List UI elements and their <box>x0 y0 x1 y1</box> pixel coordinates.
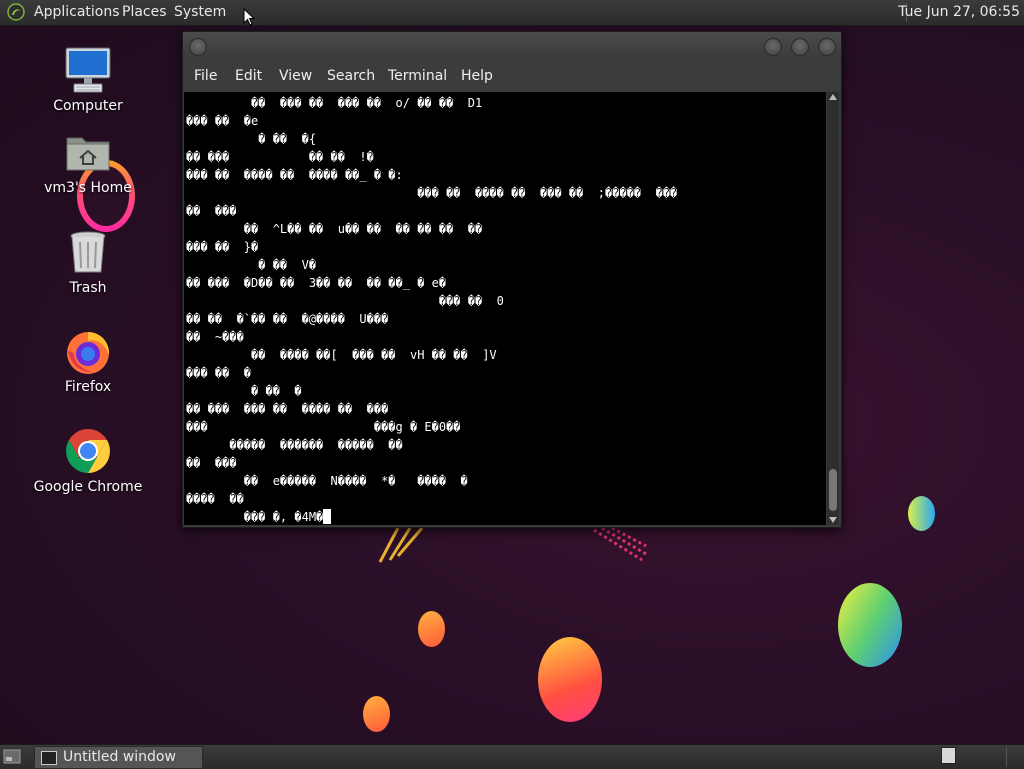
menu-edit[interactable]: Edit <box>235 68 262 84</box>
desktop-icon-home[interactable]: vm3's Home <box>28 128 148 196</box>
menu-applications[interactable]: Applications <box>34 4 120 20</box>
terminal-screen[interactable]: �� ��� �� ��� �� o/ �� �� D1 ��� �� �e �… <box>184 92 826 525</box>
scroll-down-arrow-icon[interactable] <box>829 517 837 523</box>
terminal-output: �� ��� �� ��� �� o/ �� �� D1 ��� �� �e �… <box>184 92 826 525</box>
desktop-icon-chrome[interactable]: Google Chrome <box>28 427 148 495</box>
firefox-icon <box>64 327 112 375</box>
terminal-output-text: �� ��� �� ��� �� o/ �� �� D1 ��� �� �e �… <box>186 96 678 524</box>
computer-icon <box>64 46 112 94</box>
menu-view[interactable]: View <box>279 68 312 84</box>
taskbar-button-untitled-window[interactable]: Untitled window <box>34 746 203 769</box>
window-menu-button[interactable] <box>189 38 207 56</box>
maximize-button[interactable] <box>791 38 809 56</box>
menu-file[interactable]: File <box>194 68 217 84</box>
desktop-icon-firefox[interactable]: Firefox <box>28 327 148 395</box>
terminal-app-icon <box>41 751 57 765</box>
desktop-icon-label: Trash <box>69 280 107 296</box>
window-titlebar[interactable] <box>183 32 841 62</box>
terminal-scrollbar[interactable] <box>827 92 839 525</box>
trash-icon <box>64 228 112 276</box>
mate-logo-icon[interactable] <box>7 3 25 21</box>
bottom-panel: Untitled window <box>0 744 1024 769</box>
panel-separator <box>1006 747 1007 767</box>
mouse-pointer-icon <box>243 8 255 26</box>
top-panel: Applications Places System Tue Jun 27, 0… <box>0 0 1024 26</box>
terminal-cursor <box>323 509 332 524</box>
terminal-window: File Edit View Search Terminal Help �� �… <box>182 31 842 528</box>
menu-terminal[interactable]: Terminal <box>388 68 447 84</box>
chrome-icon <box>64 427 112 475</box>
scroll-up-arrow-icon[interactable] <box>829 94 837 100</box>
desktop-icon-label: vm3's Home <box>44 180 132 196</box>
desktop-icon-label: Computer <box>53 98 123 114</box>
minimize-button[interactable] <box>764 38 782 56</box>
desktop-icon-label: Google Chrome <box>33 479 143 495</box>
menu-help[interactable]: Help <box>461 68 493 84</box>
close-button[interactable] <box>818 38 836 56</box>
menu-places[interactable]: Places <box>122 4 167 20</box>
show-desktop-icon[interactable] <box>3 748 21 765</box>
desktop-icon-label: Firefox <box>64 379 112 395</box>
scrollbar-thumb[interactable] <box>829 469 837 511</box>
clock[interactable]: Tue Jun 27, 06:55 <box>898 4 1020 20</box>
workspace-switcher-1[interactable] <box>941 747 956 764</box>
terminal-menubar: File Edit View Search Terminal Help <box>183 62 841 90</box>
taskbar-button-label: Untitled window <box>63 749 176 765</box>
wallpaper-stroke <box>593 526 647 562</box>
menu-search[interactable]: Search <box>327 68 375 84</box>
desktop-icon-trash[interactable]: Trash <box>28 228 148 296</box>
desktop-icon-computer[interactable]: Computer <box>28 46 148 114</box>
wallpaper-stroke <box>378 527 424 563</box>
home-folder-icon <box>64 128 112 176</box>
menu-system[interactable]: System <box>174 4 226 20</box>
